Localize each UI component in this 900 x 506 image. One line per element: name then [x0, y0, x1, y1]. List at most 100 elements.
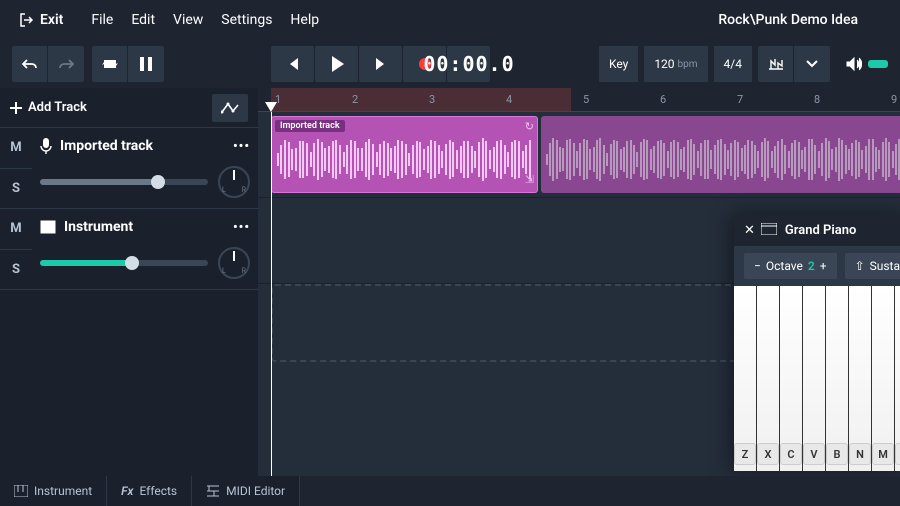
- solo-button[interactable]: S: [0, 169, 32, 209]
- playhead[interactable]: [271, 112, 272, 476]
- automation-icon: [221, 102, 239, 114]
- skip-end-icon: [374, 57, 388, 71]
- exit-button[interactable]: Exit: [12, 8, 71, 32]
- menu-edit[interactable]: Edit: [131, 12, 155, 28]
- ruler[interactable]: 123456789: [258, 88, 900, 112]
- key-label: X: [757, 443, 779, 465]
- redo-icon: [58, 58, 74, 70]
- chevron-down-icon: [806, 60, 818, 68]
- bpm-button[interactable]: 120 bpm: [644, 46, 707, 82]
- tab-instrument[interactable]: Instrument: [0, 476, 107, 506]
- octave-control[interactable]: − Octave 2 +: [744, 253, 837, 279]
- tuner-button[interactable]: [758, 46, 794, 82]
- play-button[interactable]: [315, 46, 359, 82]
- add-track-button[interactable]: Add Track: [10, 100, 87, 115]
- white-key[interactable]: V: [803, 286, 826, 471]
- white-key[interactable]: B: [826, 286, 849, 471]
- mute-button[interactable]: M: [0, 128, 32, 169]
- project-title: Rock\Punk Demo Idea: [718, 12, 858, 28]
- loop-icon: [102, 57, 118, 71]
- white-key[interactable]: Z: [734, 286, 757, 471]
- close-icon[interactable]: ✕: [744, 223, 755, 238]
- volume-bar[interactable]: [868, 60, 888, 68]
- fx-icon: Fx: [121, 484, 133, 498]
- solo-button[interactable]: S: [0, 250, 32, 290]
- white-key[interactable]: X: [757, 286, 780, 471]
- track-lane-1[interactable]: Imported track ↻⇲: [258, 112, 900, 198]
- piano-title: Grand Piano: [785, 223, 856, 238]
- midi-icon: [206, 485, 220, 497]
- skip-start-icon: [286, 57, 300, 71]
- menu-settings[interactable]: Settings: [221, 12, 272, 28]
- volume-icon: [846, 57, 862, 71]
- redo-button[interactable]: [48, 46, 84, 82]
- track-imported: M S Imported track ••• LR: [0, 128, 258, 209]
- pan-knob[interactable]: LR: [218, 247, 250, 279]
- piano-icon: [40, 220, 56, 234]
- timesig-value: 4/4: [724, 57, 742, 71]
- timesig-button[interactable]: 4/4: [714, 46, 752, 82]
- track-menu-button[interactable]: •••: [233, 139, 250, 154]
- tab-label: Effects: [139, 484, 177, 498]
- audio-clip[interactable]: Imported track ↻⇲: [271, 116, 538, 193]
- window-icon[interactable]: [761, 223, 777, 235]
- key-label: B: [826, 443, 848, 465]
- track-name[interactable]: Imported track: [60, 138, 225, 154]
- menu-file[interactable]: File: [91, 12, 113, 28]
- ruler-mark: 1: [271, 93, 348, 106]
- key-label: Key: [609, 57, 628, 71]
- bpm-unit: bpm: [678, 59, 698, 70]
- undo-button[interactable]: [12, 46, 48, 82]
- play-icon: [330, 56, 344, 72]
- ruler-mark: 7: [733, 93, 810, 106]
- white-key[interactable]: M: [872, 286, 895, 471]
- exit-label: Exit: [40, 12, 63, 28]
- volume-slider[interactable]: [40, 260, 208, 266]
- white-key[interactable]: C: [780, 286, 803, 471]
- key-label: N: [849, 443, 871, 465]
- song-info: Key 120 bpm 4/4: [599, 46, 830, 82]
- audio-clip-bg[interactable]: [541, 116, 900, 193]
- tab-effects[interactable]: Fx Effects: [107, 476, 192, 506]
- key-button[interactable]: Key: [599, 46, 638, 82]
- track-menu-button[interactable]: •••: [233, 220, 250, 235]
- ruler-mark: 4: [502, 93, 579, 106]
- transport: 00:00.0: [271, 46, 491, 82]
- key-label: ,: [895, 443, 900, 465]
- skip-start-button[interactable]: [271, 46, 315, 82]
- key-label: C: [780, 443, 802, 465]
- exit-icon: [20, 13, 34, 27]
- loop-button[interactable]: [92, 46, 128, 82]
- metronome-button[interactable]: [128, 46, 164, 82]
- sustain-button[interactable]: ⇧ Sustain: [845, 253, 900, 279]
- tab-label: Instrument: [34, 484, 92, 498]
- menu-help[interactable]: Help: [290, 12, 319, 28]
- pan-knob[interactable]: LR: [218, 166, 250, 198]
- automation-button[interactable]: [212, 94, 248, 122]
- tab-midi[interactable]: MIDI Editor: [192, 476, 300, 506]
- timeline[interactable]: 123456789 Imported track ↻⇲ ✕ Grand Pian…: [258, 88, 900, 476]
- ruler-mark: 9: [887, 93, 900, 106]
- toolbar: 00:00.0 Key 120 bpm 4/4: [0, 40, 900, 88]
- bpm-value: 120: [654, 57, 674, 71]
- undo-icon: [22, 58, 38, 70]
- ruler-mark: 5: [579, 93, 656, 106]
- master-volume[interactable]: [846, 57, 888, 71]
- more-button[interactable]: [794, 46, 830, 82]
- white-key[interactable]: N: [849, 286, 872, 471]
- add-track-label: Add Track: [28, 100, 87, 115]
- track-name[interactable]: Instrument: [64, 219, 225, 235]
- ruler-mark: 8: [810, 93, 887, 106]
- metronome-icon: [139, 56, 153, 72]
- menu-view[interactable]: View: [173, 12, 203, 28]
- volume-slider[interactable]: [40, 179, 208, 185]
- skip-end-button[interactable]: [359, 46, 403, 82]
- time-display[interactable]: 00:00.0: [447, 46, 491, 82]
- plus-icon: [10, 102, 22, 114]
- tuner-icon: [768, 57, 784, 71]
- white-key[interactable]: ,: [895, 286, 900, 471]
- mute-button[interactable]: M: [0, 209, 32, 250]
- piano-keys[interactable]: SDGHJL134 ZXCVBNM,.QWE: [734, 286, 900, 471]
- mic-icon: [40, 138, 52, 154]
- topbar: Exit File Edit View Settings Help Rock\P…: [0, 0, 900, 40]
